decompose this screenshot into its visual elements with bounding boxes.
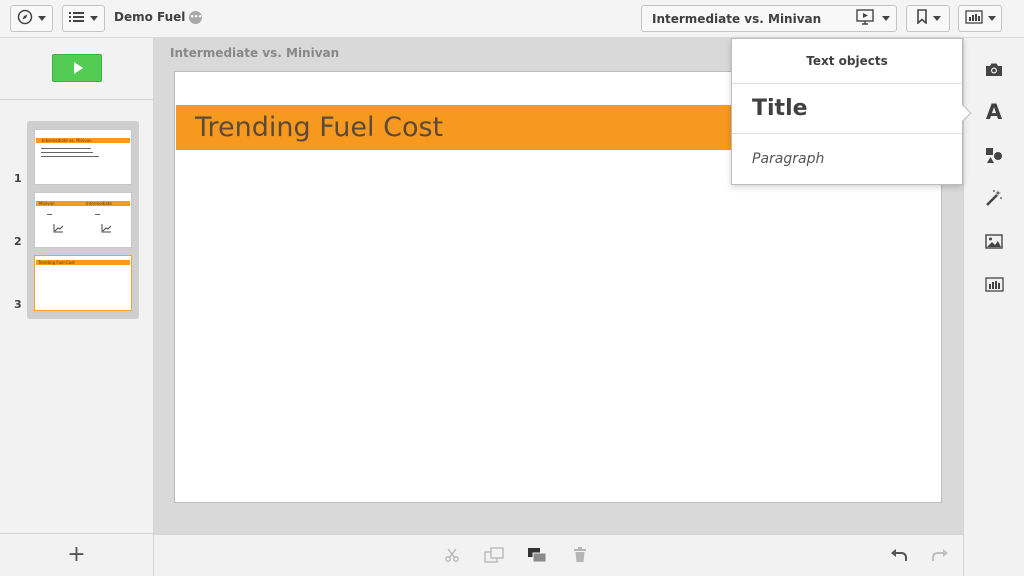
- thumbnail-title-bar: Minivan Intermediate: [36, 201, 130, 206]
- text-objects-popover: Text objects Title Paragraph: [731, 38, 972, 185]
- chevron-down-icon: [987, 16, 996, 21]
- line-chart-icon: [53, 224, 64, 236]
- story-selector-label: Intermediate vs. Minivan: [652, 11, 822, 26]
- thumbnail-text-line: [41, 152, 93, 153]
- chevron-down-icon: [90, 16, 98, 21]
- add-slide-area: +: [0, 533, 153, 576]
- snapshot-library-button[interactable]: [958, 5, 1002, 32]
- chart-library-icon: [964, 9, 983, 28]
- bookmarks-button[interactable]: [906, 5, 950, 32]
- navigation-menu-button[interactable]: [10, 5, 53, 32]
- image-icon[interactable]: [982, 229, 1006, 253]
- shapes-icon[interactable]: [982, 143, 1006, 167]
- play-story-button[interactable]: [52, 54, 102, 82]
- delete-icon[interactable]: [570, 545, 590, 565]
- app-title: Demo Fuel •••: [114, 10, 203, 24]
- list-icon: [69, 9, 85, 28]
- divider: [0, 99, 153, 100]
- line-chart-icon: [101, 224, 112, 236]
- undo-icon[interactable]: [889, 545, 909, 565]
- sheet-title: Intermediate vs. Minivan: [170, 46, 340, 60]
- chevron-down-icon: [38, 16, 46, 21]
- chevron-down-icon: [932, 16, 941, 21]
- presentation-play-icon[interactable]: [856, 8, 874, 29]
- bookmark-icon: [916, 9, 928, 28]
- slide-thumbnail-1[interactable]: Intermediate vs. Minivan: [34, 129, 132, 185]
- app-menu-button[interactable]: [62, 5, 105, 32]
- effects-wand-icon[interactable]: [982, 186, 1006, 210]
- add-slide-button[interactable]: +: [67, 544, 85, 566]
- popover-header: Text objects: [732, 39, 962, 84]
- text-icon[interactable]: A: [982, 100, 1006, 124]
- compass-icon: [17, 9, 33, 29]
- chevron-down-icon: [882, 16, 890, 21]
- slide-thumbnails-panel: 1 Intermediate vs. Minivan 2 Minivan Int…: [0, 38, 154, 576]
- slide-number: 3: [14, 298, 22, 311]
- slide-number: 2: [14, 235, 22, 248]
- layer-order-icon[interactable]: [527, 545, 547, 565]
- insert-paragraph-option[interactable]: Paragraph: [732, 134, 962, 184]
- insert-title-option[interactable]: Title: [732, 84, 962, 134]
- thumbnail-right-label: Intermediate: [86, 201, 112, 206]
- bottom-toolbar: [154, 534, 963, 576]
- copy-icon[interactable]: [484, 545, 504, 565]
- chart-library-icon[interactable]: [982, 272, 1006, 296]
- story-selector[interactable]: Intermediate vs. Minivan: [641, 5, 897, 32]
- top-toolbar: Demo Fuel ••• Intermediate vs. Minivan: [0, 0, 1024, 38]
- thumbnail-text-line: [41, 148, 91, 149]
- slide-number: 1: [14, 172, 22, 185]
- slide-thumbnail-2[interactable]: Minivan Intermediate: [34, 192, 132, 248]
- thumbnail-text-line: [41, 156, 99, 157]
- object-type-rail: A: [963, 38, 1024, 576]
- play-icon: [73, 62, 83, 74]
- camera-icon[interactable]: [982, 57, 1006, 81]
- app-title-text: Demo Fuel: [114, 10, 186, 24]
- slide-thumbnail-3[interactable]: Trending Fuel Cost: [34, 255, 132, 311]
- thumbnail-text-line: [95, 214, 100, 215]
- thumbnail-left-label: Minivan: [39, 201, 55, 206]
- thumbnail-title-bar: Trending Fuel Cost: [36, 260, 130, 265]
- thumbnail-title-bar: Intermediate vs. Minivan: [36, 138, 130, 143]
- cut-icon[interactable]: [442, 545, 462, 565]
- redo-icon[interactable]: [930, 545, 950, 565]
- slide-title-object[interactable]: Trending Fuel Cost: [176, 105, 736, 150]
- ellipsis-icon[interactable]: •••: [189, 10, 203, 24]
- thumbnail-text-line: [47, 214, 52, 215]
